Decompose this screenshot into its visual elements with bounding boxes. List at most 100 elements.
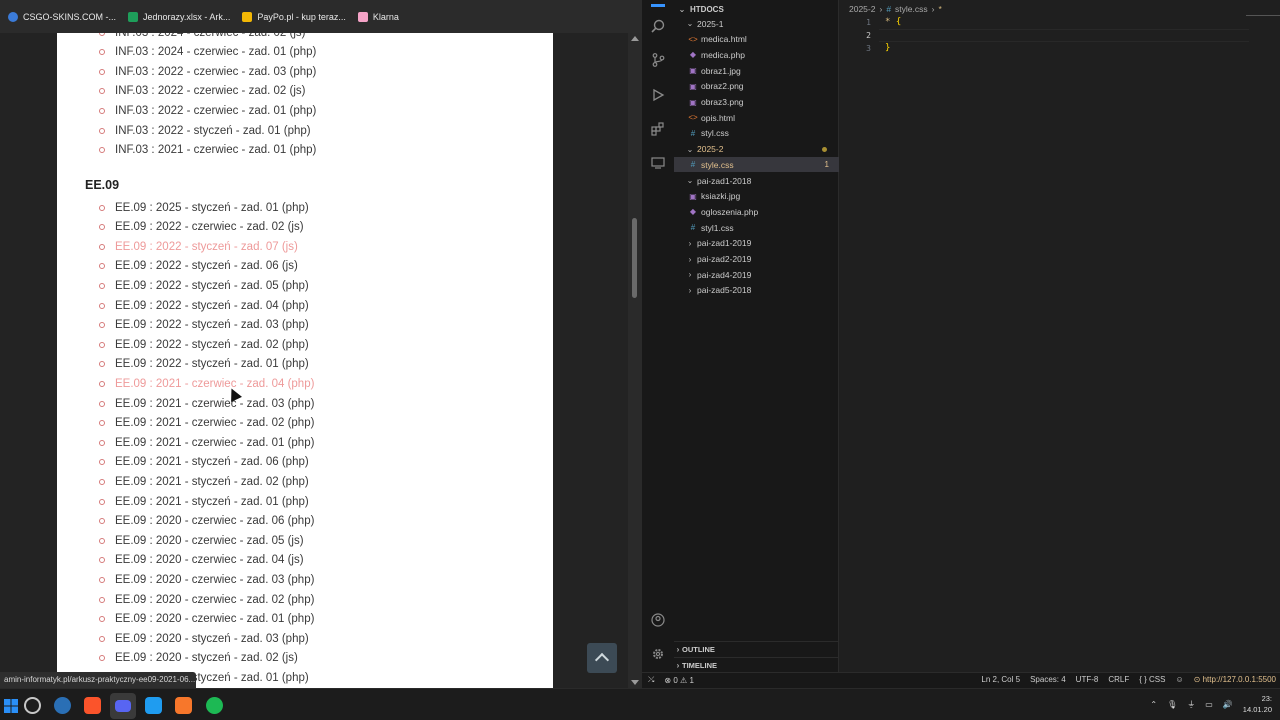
tree-file[interactable]: # style.css 1 <box>674 157 839 173</box>
tree-file[interactable]: ◆ ogloszenia.php <box>674 204 839 219</box>
php-file-icon: ◆ <box>689 207 697 217</box>
tree-file[interactable]: <> medica.html <box>674 32 839 47</box>
exam-link[interactable]: EE.09 : 2020 - czerwiec - zad. 05 (js) <box>57 531 304 550</box>
clock[interactable]: 23: 14.01.20 <box>1243 693 1272 715</box>
timeline-section[interactable]: › TIMELINE <box>674 657 839 672</box>
tree-folder[interactable]: › pai-zad4-2019 <box>674 267 839 282</box>
network-icon[interactable]: ▭ <box>1205 700 1213 709</box>
language-mode[interactable]: { } CSS <box>1139 675 1165 684</box>
explorer-root-folder[interactable]: ⌄ HTDOCS <box>674 2 724 16</box>
opera-gx-icon[interactable] <box>24 697 41 714</box>
microphone-icon[interactable]: 🎙 <box>1167 700 1177 709</box>
cursor-position[interactable]: Ln 2, Col 5 <box>981 675 1020 684</box>
exam-link[interactable]: INF.03 : 2024 - czerwiec - zad. 01 (php) <box>57 43 316 62</box>
exam-link[interactable]: INF.03 : 2022 - czerwiec - zad. 02 (js) <box>57 82 305 101</box>
breadcrumb-symbol[interactable]: * <box>938 4 941 14</box>
indentation[interactable]: Spaces: 4 <box>1030 675 1066 684</box>
end-of-line[interactable]: CRLF <box>1108 675 1129 684</box>
tree-folder[interactable]: ⌄ 2025-2 <box>674 142 839 157</box>
tree-file[interactable]: ▣ obraz3.png <box>674 95 839 110</box>
vscode-icon[interactable] <box>145 697 162 714</box>
exam-link[interactable]: EE.09 : 2022 - czerwiec - zad. 02 (js) <box>57 218 304 237</box>
exam-link[interactable]: EE.09 : 2025 - styczeń - zad. 01 (php) <box>57 198 309 217</box>
bookmark-sheets[interactable]: Jednorazy.xlsx - Ark... <box>128 11 230 22</box>
search-icon[interactable] <box>650 18 666 34</box>
volume-icon[interactable]: 🔊 <box>1223 700 1233 709</box>
exam-link[interactable]: EE.09 : 2020 - czerwiec - zad. 04 (js) <box>57 551 304 570</box>
exam-link[interactable]: EE.09 : 2021 - styczeń - zad. 02 (php) <box>57 472 309 491</box>
exam-link[interactable]: EE.09 : 2021 - czerwiec - zad. 01 (php) <box>57 433 314 452</box>
bookmark-paypo[interactable]: PayPo.pl - kup teraz... <box>242 11 346 22</box>
remote-icon[interactable]: ⤯ <box>648 675 654 685</box>
scroll-up-icon[interactable] <box>631 36 639 41</box>
tree-folder[interactable]: ⌄ 2025-1 <box>674 16 839 31</box>
tree-folder[interactable]: › pai-zad1-2019 <box>674 236 839 251</box>
live-server-status[interactable]: ⊙ http://127.0.0.1:5500 <box>1194 675 1276 684</box>
copilot-icon[interactable]: ☺ <box>1175 675 1183 684</box>
system-tray: ⌃ 🎙 ⏚ ▭ 🔊 23: 14.01.20 <box>1150 693 1272 715</box>
spotify-icon[interactable] <box>206 697 223 714</box>
xampp-icon[interactable] <box>175 697 192 714</box>
exam-link[interactable]: EE.09 : 2022 - styczeń - zad. 07 (js) <box>57 237 298 256</box>
exam-link[interactable]: EE.09 : 2021 - czerwiec - zad. 03 (php) <box>57 394 314 413</box>
exam-link[interactable]: EE.09 : 2020 - styczeń - zad. 02 (js) <box>57 649 298 668</box>
scrollbar-thumb[interactable] <box>632 218 637 298</box>
exam-link[interactable]: INF.03 : 2022 - czerwiec - zad. 03 (php) <box>57 62 316 81</box>
tree-folder[interactable]: › pai-zad2-2019 <box>674 252 839 267</box>
tree-file[interactable]: <> opis.html <box>674 110 839 125</box>
breadcrumb-file[interactable]: style.css <box>895 4 928 14</box>
exam-link[interactable]: EE.09 : 2021 - styczeń - zad. 06 (php) <box>57 453 309 472</box>
exam-link[interactable]: EE.09 : 2020 - czerwiec - zad. 06 (php) <box>57 512 314 531</box>
exam-link[interactable]: EE.09 : 2020 - czerwiec - zad. 01 (php) <box>57 610 314 629</box>
account-icon[interactable] <box>650 612 666 628</box>
exam-link[interactable]: EE.09 : 2021 - czerwiec - zad. 04 (php) <box>57 374 314 393</box>
tree-file[interactable]: # styl.css <box>674 126 839 141</box>
page-scrollbar[interactable] <box>628 33 642 688</box>
start-button[interactable] <box>2 697 19 714</box>
scroll-down-icon[interactable] <box>631 680 639 685</box>
explorer-icon[interactable] <box>650 0 666 16</box>
extensions-icon[interactable] <box>650 121 666 137</box>
tree-file[interactable]: ▣ ksiazki.jpg <box>674 189 839 204</box>
tree-file[interactable]: ◆ medica.php <box>674 47 839 62</box>
exam-link[interactable]: EE.09 : 2022 - styczeń - zad. 01 (php) <box>57 355 309 374</box>
problems-indicator[interactable]: ⊗ 0 ⚠ 1 <box>664 676 693 685</box>
tree-file[interactable]: # styl1.css <box>674 220 839 235</box>
tree-file[interactable]: ▣ obraz1.jpg <box>674 63 839 78</box>
exam-link[interactable]: INF.03 : 2022 - styczeń - zad. 01 (php) <box>57 121 311 140</box>
minimap[interactable] <box>1246 15 1280 16</box>
exam-link[interactable]: EE.09 : 2021 - czerwiec - zad. 02 (php) <box>57 414 314 433</box>
brave-icon[interactable] <box>84 697 101 714</box>
exam-link[interactable]: EE.09 : 2020 - czerwiec - zad. 03 (php) <box>57 570 314 589</box>
tree-folder[interactable]: › pai-zad5-2018 <box>674 283 839 298</box>
tray-overflow-icon[interactable]: ⌃ <box>1150 700 1157 709</box>
exam-link[interactable]: EE.09 : 2022 - styczeń - zad. 06 (js) <box>57 257 298 276</box>
exam-link[interactable]: INF.03 : 2022 - czerwiec - zad. 01 (php) <box>57 101 316 120</box>
exam-link[interactable]: EE.09 : 2021 - styczeń - zad. 01 (php) <box>57 492 309 511</box>
usb-icon[interactable]: ⏚ <box>1187 699 1195 710</box>
remote-explorer-icon[interactable] <box>650 155 666 171</box>
outline-section[interactable]: › OUTLINE <box>674 641 839 656</box>
exam-link[interactable]: EE.09 : 2020 - styczeń - zad. 03 (php) <box>57 629 309 648</box>
encoding[interactable]: UTF-8 <box>1076 675 1099 684</box>
exam-link[interactable]: INF.03 : 2024 - czerwiec - zad. 02 (js) <box>57 33 305 42</box>
exam-link[interactable]: EE.09 : 2020 - czerwiec - zad. 02 (php) <box>57 590 314 609</box>
steam-icon[interactable] <box>54 697 71 714</box>
exam-link[interactable]: EE.09 : 2022 - styczeń - zad. 03 (php) <box>57 316 309 335</box>
exam-link[interactable]: EE.09 : 2022 - styczeń - zad. 04 (php) <box>57 296 309 315</box>
source-control-icon[interactable] <box>650 52 666 68</box>
run-debug-icon[interactable] <box>650 87 666 103</box>
language-label: CSS <box>1149 675 1166 684</box>
breadcrumb-folder[interactable]: 2025-2 <box>849 4 875 14</box>
code-editor[interactable]: 2025-2 › # style.css › * 1 2 3 * { } <box>839 0 1280 672</box>
back-to-top-button[interactable] <box>587 643 617 673</box>
tree-folder[interactable]: ⌄ pai-zad1-2018 <box>674 173 839 188</box>
bookmark-klarna[interactable]: Klarna <box>357 11 399 22</box>
tree-file[interactable]: ▣ obraz2.png <box>674 79 839 94</box>
discord-icon[interactable] <box>110 693 136 719</box>
exam-link[interactable]: INF.03 : 2021 - czerwiec - zad. 01 (php) <box>57 141 316 160</box>
exam-link[interactable]: EE.09 : 2022 - styczeń - zad. 02 (php) <box>57 335 309 354</box>
exam-link[interactable]: EE.09 : 2022 - styczeń - zad. 05 (php) <box>57 276 309 295</box>
bookmark-csgo[interactable]: CSGO-SKINS.COM -... <box>8 11 116 22</box>
settings-gear-icon[interactable] <box>650 646 666 662</box>
